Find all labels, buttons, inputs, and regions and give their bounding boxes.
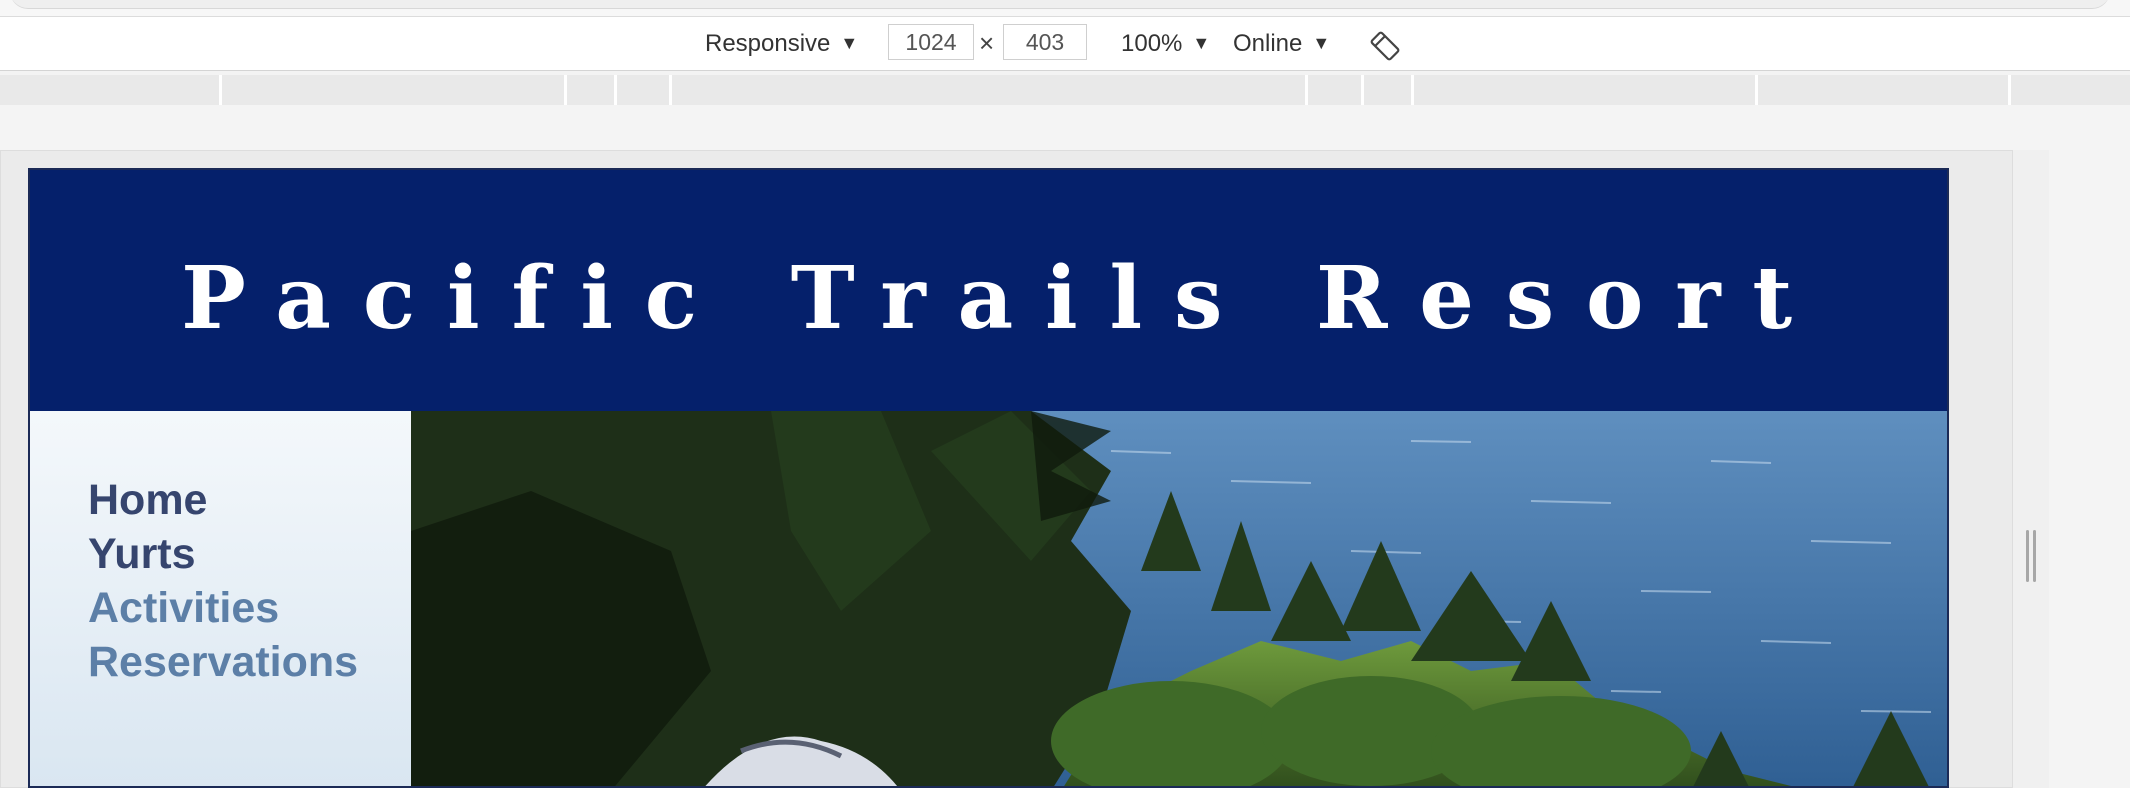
resize-handle[interactable] [2026,530,2038,582]
zoom-dropdown[interactable]: 100% ▼ [1121,17,1210,70]
nav-link-home[interactable]: Home [88,476,207,524]
device-toolbar: Responsive ▼ × 100% ▼ Online ▼ [0,17,2130,71]
browser-tab-shape [10,0,2110,9]
dimension-separator: × [979,28,995,58]
network-throttle-dropdown[interactable]: Online ▼ [1233,17,1330,70]
viewport-height-input[interactable] [1003,24,1087,60]
viewport-width-input[interactable] [888,24,974,60]
media-query-divider [219,75,222,105]
device-mode-dropdown[interactable]: Responsive ▼ [705,17,858,70]
nav-item-yurts: Yurts [88,527,358,581]
page-viewport: Pacific Trails Resort Home Yurts Activit… [28,168,1949,788]
media-query-divider [1755,75,1758,105]
media-query-divider [1361,75,1364,105]
dropdown-caret-icon: ▼ [1192,33,1211,53]
nav-link-reservations[interactable]: Reservations [88,638,358,686]
media-query-divider [564,75,567,105]
resize-strip [2013,150,2049,788]
hero-image [411,411,1947,786]
nav-item-reservations: Reservations [88,635,358,689]
media-query-divider [669,75,672,105]
site-header: Pacific Trails Resort [30,170,1947,411]
zoom-label: 100% [1121,29,1183,57]
media-query-divider [2008,75,2011,105]
nav-link-activities[interactable]: Activities [88,584,279,632]
nav-item-activities: Activities [88,581,358,635]
site-nav: Home Yurts Activities Reservations [30,411,411,786]
resize-grip-line [2033,530,2036,582]
browser-top-strip [0,0,2130,17]
media-query-divider [614,75,617,105]
device-mode-label: Responsive [705,29,831,57]
nav-item-home: Home [88,473,358,527]
nav-link-yurts[interactable]: Yurts [88,530,196,578]
media-query-divider [1305,75,1308,105]
dropdown-caret-icon: ▼ [1312,33,1331,53]
network-label: Online [1233,29,1303,57]
resize-grip-line [2026,530,2029,582]
dropdown-caret-icon: ▼ [840,33,859,53]
media-query-divider [1411,75,1414,105]
media-query-bar[interactable] [0,75,2130,105]
rotate-icon[interactable] [1368,29,1402,63]
coastal-photo-icon [411,411,1947,786]
site-title: Pacific Trails Resort [181,247,1824,349]
